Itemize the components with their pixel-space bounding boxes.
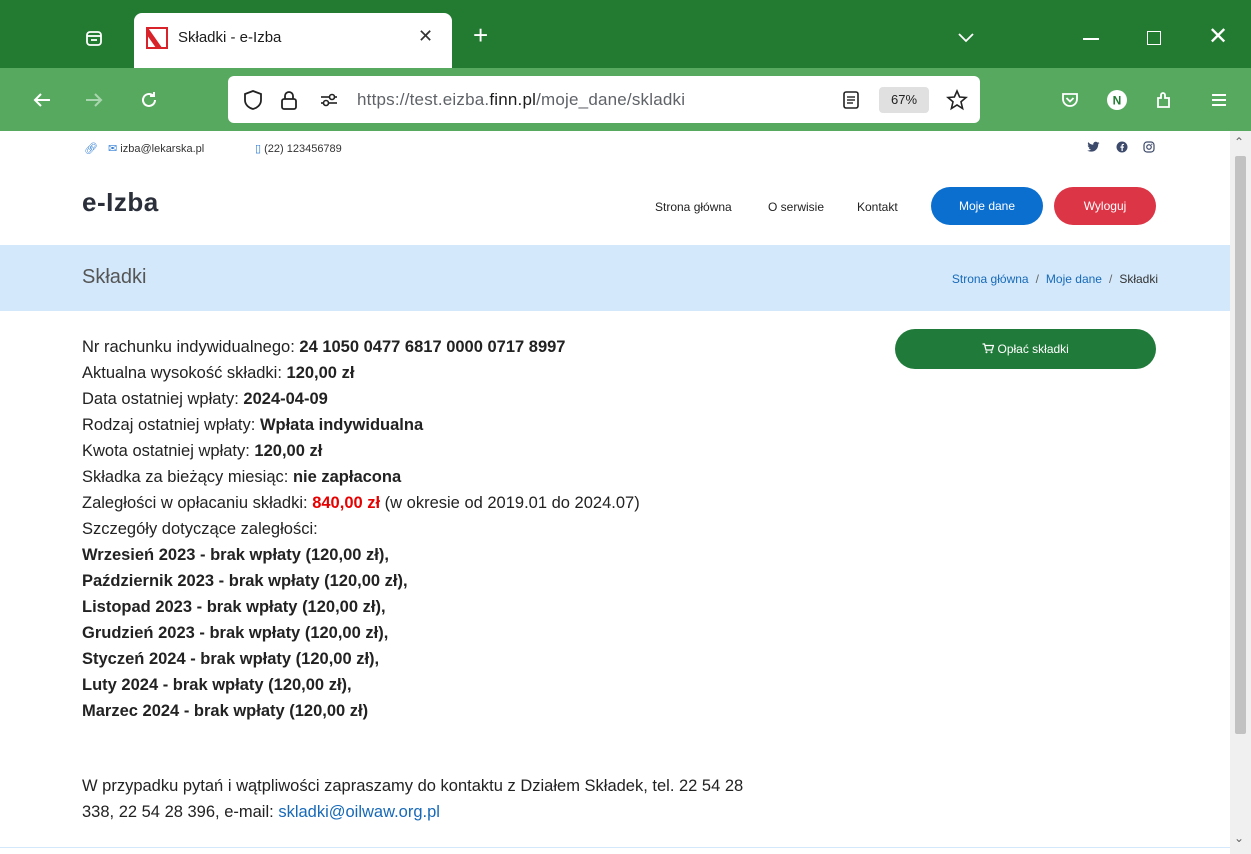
breadcrumb: Strona główna / Moje dane / Składki bbox=[951, 272, 1158, 286]
arrears-row: Zaległości w opłacaniu składki: 840,00 z… bbox=[82, 494, 640, 512]
reader-view-icon[interactable] bbox=[840, 89, 862, 111]
arrears-item: Styczeń 2024 - brak wpłaty (120,00 zł), bbox=[82, 650, 380, 668]
topbar-phone[interactable]: ▯ (22) 123456789 bbox=[255, 142, 342, 155]
breadcrumb-current: Składki bbox=[1119, 272, 1158, 286]
page-scrollbar[interactable]: ⌃ ⌄ bbox=[1230, 131, 1251, 854]
nav-link-home[interactable]: Strona główna bbox=[655, 200, 732, 214]
pocket-icon[interactable] bbox=[1056, 86, 1084, 114]
contact-text-line1: W przypadku pytań i wątpliwości zaprasza… bbox=[82, 777, 744, 795]
last-payment-type-row: Rodzaj ostatniej wpłaty: Wpłata indywidu… bbox=[82, 416, 424, 434]
current-fee-row: Aktualna wysokość składki: 120,00 zł bbox=[82, 364, 355, 382]
twitter-icon[interactable] bbox=[1087, 141, 1100, 156]
site-favicon-icon bbox=[146, 27, 168, 49]
instagram-icon[interactable] bbox=[1143, 141, 1155, 156]
extensions-icon[interactable] bbox=[1150, 86, 1178, 114]
fee-details: Nr rachunku indywidualnego: 24 1050 0477… bbox=[82, 334, 882, 724]
phone-icon: ▯ bbox=[255, 143, 265, 155]
tab-title: Składki - e-Izba bbox=[178, 29, 282, 46]
forward-arrow-icon[interactable] bbox=[80, 86, 108, 114]
scroll-up-arrow-icon[interactable]: ⌃ bbox=[1234, 135, 1244, 149]
last-payment-date-row: Data ostatniej wpłaty: 2024-04-09 bbox=[82, 390, 328, 408]
active-tab[interactable]: Składki - e-Izba ✕ bbox=[134, 13, 452, 68]
link-icon: 🔗︎ bbox=[84, 143, 98, 155]
window-close-button[interactable]: ✕ bbox=[1208, 22, 1228, 51]
topbar-email[interactable]: ✉ izba@lekarska.pl bbox=[108, 142, 204, 155]
arrears-item: Grudzień 2023 - brak wpłaty (120,00 zł), bbox=[82, 624, 389, 642]
breadcrumb-home[interactable]: Strona główna bbox=[952, 272, 1029, 286]
tracking-shield-icon[interactable] bbox=[242, 89, 264, 111]
nav-link-about[interactable]: O serwisie bbox=[768, 200, 824, 214]
zoom-level-badge[interactable]: 67% bbox=[879, 87, 929, 113]
scrollbar-thumb[interactable] bbox=[1235, 156, 1246, 734]
contact-email-link[interactable]: skladki@oilwaw.org.pl bbox=[278, 803, 440, 821]
new-tab-icon[interactable]: + bbox=[473, 22, 488, 48]
site-logo[interactable]: e-Izba bbox=[82, 187, 159, 218]
tab-overview-icon[interactable] bbox=[80, 24, 108, 52]
logout-button[interactable]: Wyloguj bbox=[1054, 187, 1156, 225]
arrears-item: Październik 2023 - brak wpłaty (120,00 z… bbox=[82, 572, 408, 590]
bookmark-star-icon[interactable] bbox=[946, 88, 968, 111]
site-header: e-Izba Strona główna O serwisie Kontakt … bbox=[0, 165, 1230, 245]
page-viewport: 🔗︎ ✉ izba@lekarska.pl ▯ (22) 123456789 e… bbox=[0, 131, 1230, 854]
contact-text-line2: 338, 22 54 28 396, e-mail: skladki@oilwa… bbox=[82, 803, 440, 821]
window-minimize-button[interactable] bbox=[1083, 38, 1099, 40]
tab-list-chevron-icon[interactable] bbox=[956, 27, 976, 47]
scroll-down-arrow-icon[interactable]: ⌄ bbox=[1234, 831, 1244, 845]
footer-divider bbox=[0, 847, 1230, 848]
hamburger-menu-icon[interactable] bbox=[1205, 86, 1233, 114]
arrears-amount: 840,00 zł bbox=[312, 494, 381, 512]
tab-close-icon[interactable]: ✕ bbox=[418, 26, 433, 47]
arrears-item: Listopad 2023 - brak wpłaty (120,00 zł), bbox=[82, 598, 386, 616]
browser-titlebar: Składki - e-Izba ✕ + ✕ bbox=[0, 0, 1251, 68]
url-text[interactable]: https://test.eizba.finn.pl/moje_dane/skl… bbox=[357, 90, 685, 110]
back-arrow-icon[interactable] bbox=[28, 86, 56, 114]
page-title-bar: Składki Strona główna / Moje dane / Składki bbox=[0, 245, 1230, 311]
cart-icon bbox=[982, 342, 997, 356]
contact-info: W przypadku pytań i wątpliwości zaprasza… bbox=[82, 773, 882, 825]
contact-topbar: 🔗︎ ✉ izba@lekarska.pl ▯ (22) 123456789 bbox=[0, 131, 1230, 165]
nav-link-contact[interactable]: Kontakt bbox=[857, 200, 898, 214]
arrears-item: Marzec 2024 - brak wpłaty (120,00 zł) bbox=[82, 702, 369, 720]
page-title: Składki bbox=[82, 266, 147, 288]
profile-avatar-icon[interactable]: N bbox=[1103, 86, 1131, 114]
account-number-row: Nr rachunku indywidualnego: 24 1050 0477… bbox=[82, 338, 566, 356]
browser-navbar: https://test.eizba.finn.pl/moje_dane/skl… bbox=[0, 68, 1251, 131]
lock-icon[interactable] bbox=[278, 89, 300, 111]
reload-icon[interactable] bbox=[135, 86, 163, 114]
arrears-details-label: Szczegóły dotyczące zaległości: bbox=[82, 520, 318, 538]
last-payment-amount-row: Kwota ostatniej wpłaty: 120,00 zł bbox=[82, 442, 323, 460]
pay-fees-button[interactable]: Opłać składki bbox=[895, 329, 1156, 369]
permissions-icon[interactable] bbox=[318, 89, 340, 111]
svg-text:N: N bbox=[1113, 94, 1122, 108]
current-month-status-row: Składka za bieżący miesiąc: nie zapłacon… bbox=[82, 468, 402, 486]
arrears-item: Wrzesień 2023 - brak wpłaty (120,00 zł), bbox=[82, 546, 389, 564]
envelope-icon: ✉ bbox=[108, 143, 121, 155]
my-data-button[interactable]: Moje dane bbox=[931, 187, 1043, 225]
arrears-item: Luty 2024 - brak wpłaty (120,00 zł), bbox=[82, 676, 352, 694]
facebook-icon[interactable] bbox=[1116, 141, 1128, 156]
breadcrumb-my-data[interactable]: Moje dane bbox=[1046, 272, 1102, 286]
address-bar[interactable]: https://test.eizba.finn.pl/moje_dane/skl… bbox=[228, 76, 980, 123]
window-maximize-button[interactable] bbox=[1147, 31, 1161, 45]
